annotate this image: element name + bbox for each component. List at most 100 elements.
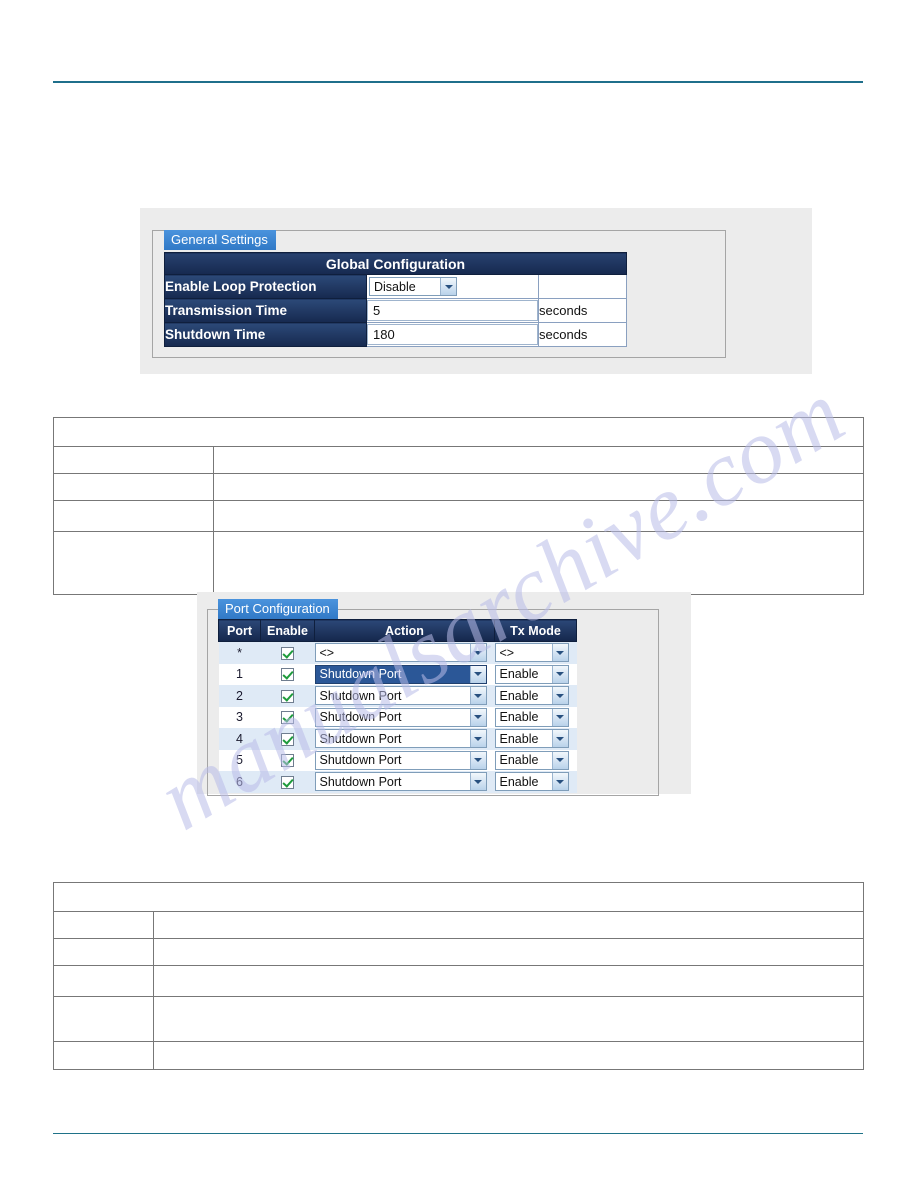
description-term-cell <box>52 996 155 1042</box>
port-number-cell: * <box>218 641 261 664</box>
description-detail-cell <box>213 531 864 595</box>
action-value: Shutdown Port <box>319 710 402 725</box>
tx-mode-select[interactable]: <> <box>494 643 569 663</box>
table-row <box>52 996 864 1042</box>
enable-checkbox[interactable] <box>281 732 294 746</box>
action-select[interactable]: Shutdown Port <box>314 729 487 749</box>
enable-cell <box>260 663 315 685</box>
transmission-time-input[interactable]: 5 <box>367 300 538 321</box>
chevron-down-icon <box>469 665 486 683</box>
action-select[interactable]: Shutdown Port <box>314 664 487 684</box>
chevron-down-icon <box>551 708 568 726</box>
enable-checkbox[interactable] <box>281 646 294 660</box>
action-value: <> <box>319 645 335 660</box>
tx-mode-cell: Enable <box>494 771 577 793</box>
description-detail-cell <box>153 938 864 966</box>
port-configuration-screenshot: Port Configuration Port Enable Action Tx… <box>197 592 691 796</box>
tx-mode-value: <> <box>499 645 515 660</box>
enable-loop-protection-unit-cell <box>537 274 628 299</box>
table-header-row: Global Configuration <box>163 252 628 275</box>
enable-checkbox[interactable] <box>281 754 294 768</box>
description-detail-cell <box>153 911 864 939</box>
description-term-cell <box>52 938 155 966</box>
description-term-cell <box>52 911 155 939</box>
description-detail-cell <box>153 1041 864 1070</box>
chevron-down-icon <box>551 665 568 683</box>
description-term-cell <box>52 1041 155 1070</box>
table-row: 5 Shutdown Port Enable <box>218 749 577 771</box>
action-cell: Shutdown Port <box>314 663 495 685</box>
chevron-down-icon <box>551 730 568 748</box>
action-value: Shutdown Port <box>319 731 402 746</box>
shutdown-time-unit: seconds <box>537 322 628 347</box>
port-number-cell: 5 <box>218 749 261 771</box>
port-number-cell: 2 <box>218 685 261 707</box>
action-value: Shutdown Port <box>319 667 402 682</box>
table-row: Shutdown Time 180 seconds <box>164 322 628 347</box>
table-row <box>52 1041 864 1070</box>
enable-loop-protection-select[interactable]: Disable <box>369 277 457 296</box>
description-detail-cell <box>213 473 864 501</box>
shutdown-time-input[interactable]: 180 <box>367 324 538 345</box>
tx-mode-select[interactable]: Enable <box>494 686 569 706</box>
general-settings-legend[interactable]: General Settings <box>164 230 276 250</box>
action-select[interactable]: Shutdown Port <box>314 707 487 727</box>
port-number-cell: 1 <box>218 663 261 685</box>
action-select[interactable]: Shutdown Port <box>314 686 487 706</box>
tx-mode-select[interactable]: Enable <box>494 707 569 727</box>
table-row <box>52 531 864 595</box>
action-cell: Shutdown Port <box>314 706 495 728</box>
tx-mode-select[interactable]: Enable <box>494 664 569 684</box>
action-select[interactable]: <> <box>314 643 487 663</box>
table-row <box>52 473 864 501</box>
chevron-down-icon <box>469 730 486 748</box>
enable-cell <box>260 685 315 707</box>
description-term-cell <box>52 473 215 501</box>
tx-mode-select[interactable]: Enable <box>494 750 569 770</box>
action-select[interactable]: Shutdown Port <box>314 750 487 770</box>
enable-cell <box>260 641 315 664</box>
table-row <box>52 446 864 474</box>
chevron-down-icon <box>469 708 486 726</box>
tx-mode-select[interactable]: Enable <box>494 729 569 749</box>
chevron-down-icon <box>551 644 568 662</box>
tx-mode-cell: Enable <box>494 663 577 685</box>
table-row: Transmission Time 5 seconds <box>164 298 628 323</box>
port-number-cell: 3 <box>218 706 261 728</box>
action-select[interactable]: Shutdown Port <box>314 772 487 792</box>
enable-loop-protection-cell: Disable <box>366 274 539 299</box>
column-header-enable: Enable <box>260 619 315 642</box>
chevron-down-icon <box>551 687 568 705</box>
description-detail-cell <box>153 965 864 997</box>
table-row <box>52 938 864 966</box>
footer-rule <box>53 1133 863 1134</box>
global-configuration-title: Global Configuration <box>163 252 628 275</box>
port-number-cell: 4 <box>218 728 261 750</box>
tx-mode-cell: Enable <box>494 706 577 728</box>
tx-mode-value: Enable <box>499 667 539 682</box>
port-configuration-legend[interactable]: Port Configuration <box>218 599 338 619</box>
chevron-down-icon <box>469 773 486 791</box>
tx-mode-cell: Enable <box>494 749 577 771</box>
action-value: Shutdown Port <box>319 688 402 703</box>
action-cell: Shutdown Port <box>314 749 495 771</box>
enable-checkbox[interactable] <box>281 775 294 789</box>
tx-mode-cell: Enable <box>494 728 577 750</box>
description-detail-cell <box>213 446 864 474</box>
tx-mode-value: Enable <box>499 688 539 703</box>
enable-checkbox[interactable] <box>281 668 294 682</box>
tx-mode-value: Enable <box>499 710 539 725</box>
port-configuration-table: Port Enable Action Tx Mode * <> <> 1 Shutdow… <box>218 619 577 793</box>
enable-checkbox[interactable] <box>281 711 294 725</box>
description-table-2 <box>52 882 864 1070</box>
enable-loop-protection-label: Enable Loop Protection <box>164 274 367 299</box>
enable-cell <box>260 749 315 771</box>
chevron-down-icon <box>551 773 568 791</box>
tx-mode-select[interactable]: Enable <box>494 772 569 792</box>
description-detail-cell <box>213 500 864 532</box>
port-number-cell: 6 <box>218 771 261 793</box>
description-term-cell <box>52 446 215 474</box>
enable-loop-protection-value: Disable <box>374 279 416 294</box>
enable-checkbox[interactable] <box>281 689 294 703</box>
column-header-action: Action <box>314 619 495 642</box>
